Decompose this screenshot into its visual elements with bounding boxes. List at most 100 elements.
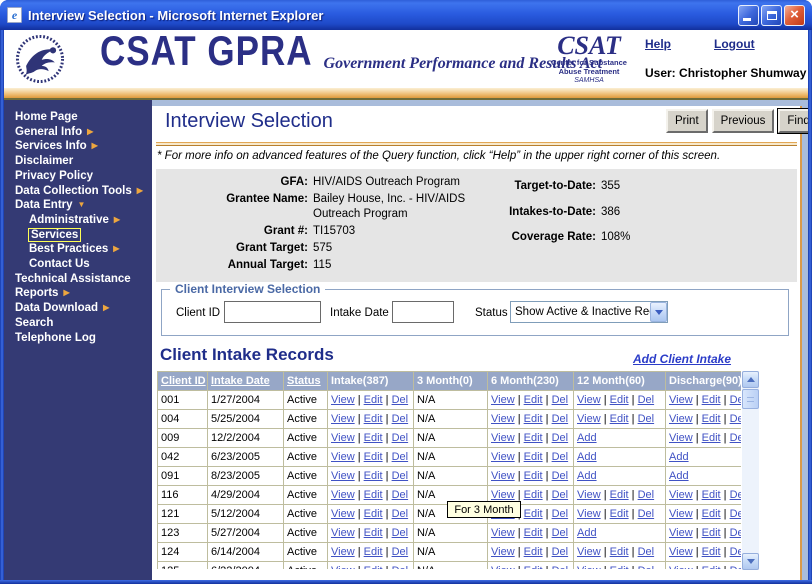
sort-link-client-id[interactable]: Client ID <box>161 375 206 387</box>
previous-button[interactable]: Previous <box>711 109 775 133</box>
view-link[interactable]: View <box>331 432 355 444</box>
edit-link[interactable]: Edit <box>524 565 543 569</box>
view-link[interactable]: View <box>669 413 693 425</box>
del-link[interactable]: Del <box>638 565 655 569</box>
close-button[interactable]: × <box>784 4 805 26</box>
del-link[interactable]: Del <box>638 489 655 501</box>
del-link[interactable]: Del <box>730 565 741 569</box>
del-link[interactable]: Del <box>638 394 655 406</box>
edit-link[interactable]: Edit <box>364 394 383 406</box>
view-link[interactable]: View <box>331 546 355 558</box>
intake-date-input[interactable] <box>392 301 454 323</box>
edit-link[interactable]: Edit <box>702 546 721 558</box>
view-link[interactable]: View <box>331 394 355 406</box>
view-link[interactable]: View <box>669 432 693 444</box>
del-link[interactable]: Del <box>392 546 409 558</box>
edit-link[interactable]: Edit <box>610 489 629 501</box>
view-link[interactable]: View <box>669 565 693 569</box>
view-link[interactable]: View <box>331 470 355 482</box>
view-link[interactable]: View <box>331 508 355 520</box>
view-link[interactable]: View <box>669 489 693 501</box>
del-link[interactable]: Del <box>730 394 741 406</box>
del-link[interactable]: Del <box>552 527 569 539</box>
logout-link[interactable]: Logout <box>714 37 755 51</box>
del-link[interactable]: Del <box>392 432 409 444</box>
del-link[interactable]: Del <box>638 413 655 425</box>
view-link[interactable]: View <box>577 508 601 520</box>
del-link[interactable]: Del <box>392 470 409 482</box>
edit-link[interactable]: Edit <box>610 546 629 558</box>
view-link[interactable]: View <box>491 527 515 539</box>
edit-link[interactable]: Edit <box>610 565 629 569</box>
sidebar-item-general-info[interactable]: General Info ▶ <box>4 125 152 140</box>
view-link[interactable]: View <box>577 489 601 501</box>
view-link[interactable]: View <box>331 451 355 463</box>
del-link[interactable]: Del <box>552 451 569 463</box>
view-link[interactable]: View <box>491 413 515 425</box>
sort-link-intake-date[interactable]: Intake Date <box>211 375 270 387</box>
edit-link[interactable]: Edit <box>364 451 383 463</box>
edit-link[interactable]: Edit <box>524 470 543 482</box>
print-button[interactable]: Print <box>666 109 708 133</box>
sidebar-item-telephone-log[interactable]: Telephone Log <box>4 331 152 346</box>
sidebar-item-administrative[interactable]: Administrative ▶ <box>4 213 152 228</box>
status-select[interactable]: Show Active & Inactive Records <box>510 301 668 323</box>
add-client-intake-link[interactable]: Add Client Intake <box>633 352 731 366</box>
sidebar-item-best-practices[interactable]: Best Practices ▶ <box>4 242 152 257</box>
scroll-down-button[interactable] <box>742 553 759 570</box>
edit-link[interactable]: Edit <box>610 413 629 425</box>
del-link[interactable]: Del <box>730 413 741 425</box>
edit-link[interactable]: Edit <box>702 432 721 444</box>
del-link[interactable]: Del <box>552 470 569 482</box>
edit-link[interactable]: Edit <box>702 565 721 569</box>
scroll-up-button[interactable] <box>742 371 759 388</box>
view-link[interactable]: View <box>491 451 515 463</box>
edit-link[interactable]: Edit <box>702 489 721 501</box>
add-link[interactable]: Add <box>577 470 597 482</box>
edit-link[interactable]: Edit <box>524 546 543 558</box>
edit-link[interactable]: Edit <box>364 565 383 569</box>
sidebar-item-reports[interactable]: Reports ▶ <box>4 286 152 301</box>
view-link[interactable]: View <box>669 527 693 539</box>
help-link[interactable]: Help <box>645 37 671 51</box>
add-link[interactable]: Add <box>577 451 597 463</box>
view-link[interactable]: View <box>491 565 515 569</box>
add-link[interactable]: Add <box>669 451 689 463</box>
edit-link[interactable]: Edit <box>610 394 629 406</box>
del-link[interactable]: Del <box>392 413 409 425</box>
edit-link[interactable]: Edit <box>702 394 721 406</box>
view-link[interactable]: View <box>331 527 355 539</box>
view-link[interactable]: View <box>491 489 515 501</box>
sidebar-item-contact-us[interactable]: Contact Us <box>4 257 152 272</box>
view-link[interactable]: View <box>491 394 515 406</box>
del-link[interactable]: Del <box>392 508 409 520</box>
edit-link[interactable]: Edit <box>702 508 721 520</box>
view-link[interactable]: View <box>577 565 601 569</box>
view-link[interactable]: View <box>491 546 515 558</box>
sidebar-item-technical-assistance[interactable]: Technical Assistance <box>4 272 152 287</box>
edit-link[interactable]: Edit <box>702 413 721 425</box>
view-link[interactable]: View <box>491 470 515 482</box>
add-link[interactable]: Add <box>669 470 689 482</box>
sort-link-status[interactable]: Status <box>287 375 321 387</box>
add-link[interactable]: Add <box>577 527 597 539</box>
del-link[interactable]: Del <box>552 489 569 501</box>
del-link[interactable]: Del <box>552 546 569 558</box>
del-link[interactable]: Del <box>392 565 409 569</box>
del-link[interactable]: Del <box>552 565 569 569</box>
del-link[interactable]: Del <box>392 489 409 501</box>
sidebar-item-home-page[interactable]: Home Page <box>4 110 152 125</box>
table-scrollbar[interactable] <box>742 371 759 570</box>
sidebar-item-data-entry[interactable]: Data Entry ▼ <box>4 198 152 213</box>
del-link[interactable]: Del <box>392 451 409 463</box>
dropdown-button[interactable] <box>650 302 667 322</box>
sidebar-item-services-info[interactable]: Services Info ▶ <box>4 139 152 154</box>
sidebar-item-privacy-policy[interactable]: Privacy Policy <box>4 169 152 184</box>
edit-link[interactable]: Edit <box>524 413 543 425</box>
sidebar-item-services[interactable]: Services <box>4 227 152 243</box>
edit-link[interactable]: Edit <box>524 527 543 539</box>
view-link[interactable]: View <box>577 413 601 425</box>
view-link[interactable]: View <box>491 432 515 444</box>
del-link[interactable]: Del <box>638 546 655 558</box>
view-link[interactable]: View <box>669 546 693 558</box>
